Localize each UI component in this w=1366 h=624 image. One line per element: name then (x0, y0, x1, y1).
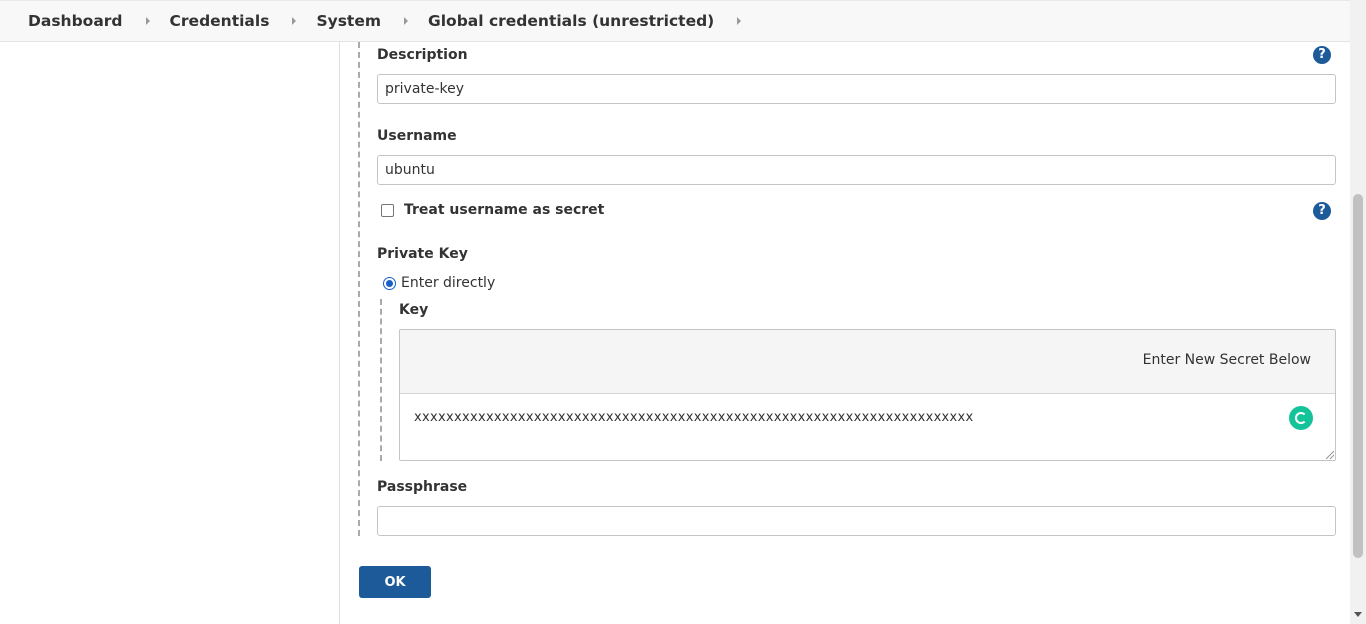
breadcrumb-item-dashboard[interactable]: Dashboard (28, 12, 170, 30)
passphrase-label: Passphrase (377, 479, 468, 495)
vertical-scrollbar[interactable] (1350, 0, 1366, 624)
description-input[interactable] (377, 74, 1336, 104)
ok-button[interactable]: OK (359, 566, 431, 598)
breadcrumb-item-system[interactable]: System (316, 12, 428, 30)
breadcrumb: Dashboard Credentials System Global cred… (0, 0, 1366, 42)
resize-handle[interactable] (1326, 451, 1334, 459)
description-label: Description (377, 47, 468, 63)
secret-header: Enter New Secret Below (400, 330, 1335, 394)
enter-directly-label[interactable]: Enter directly (401, 275, 495, 291)
breadcrumb-item-global-credentials[interactable]: Global credentials (unrestricted) (428, 12, 761, 30)
passphrase-input[interactable] (377, 506, 1336, 536)
chevron-right-icon[interactable] (737, 17, 742, 25)
section-divider (358, 42, 360, 536)
help-icon[interactable]: ? (1313, 46, 1331, 64)
private-key-label: Private Key (377, 246, 468, 262)
chevron-right-icon[interactable] (292, 17, 297, 25)
key-value[interactable]: xxxxxxxxxxxxxxxxxxxxxxxxxxxxxxxxxxxxxxxx… (414, 410, 974, 425)
treat-username-secret-checkbox[interactable] (381, 204, 394, 217)
breadcrumb-label[interactable]: Dashboard (28, 12, 123, 30)
breadcrumb-label[interactable]: Global credentials (unrestricted) (428, 12, 714, 30)
scroll-down-arrow-icon[interactable] (1354, 612, 1362, 617)
breadcrumb-label[interactable]: Credentials (170, 12, 270, 30)
breadcrumb-label[interactable]: System (316, 12, 381, 30)
chevron-right-icon[interactable] (404, 17, 409, 25)
key-label: Key (399, 302, 429, 318)
treat-username-secret-label[interactable]: Treat username as secret (404, 202, 604, 218)
help-icon[interactable]: ? (1313, 202, 1331, 220)
credential-form: Description ? Username Treat username as… (341, 42, 1350, 624)
username-label: Username (377, 128, 457, 144)
section-divider (380, 299, 382, 461)
key-secret-textarea[interactable]: Enter New Secret Below xxxxxxxxxxxxxxxxx… (399, 329, 1336, 461)
username-input[interactable] (377, 155, 1336, 185)
grammarly-icon[interactable] (1289, 406, 1313, 430)
chevron-right-icon[interactable] (145, 17, 150, 25)
side-panel (0, 42, 340, 624)
breadcrumb-item-credentials[interactable]: Credentials (170, 12, 317, 30)
scrollbar-thumb[interactable] (1353, 194, 1363, 558)
enter-directly-radio[interactable] (383, 277, 396, 290)
secret-header-text: Enter New Secret Below (1142, 352, 1311, 368)
